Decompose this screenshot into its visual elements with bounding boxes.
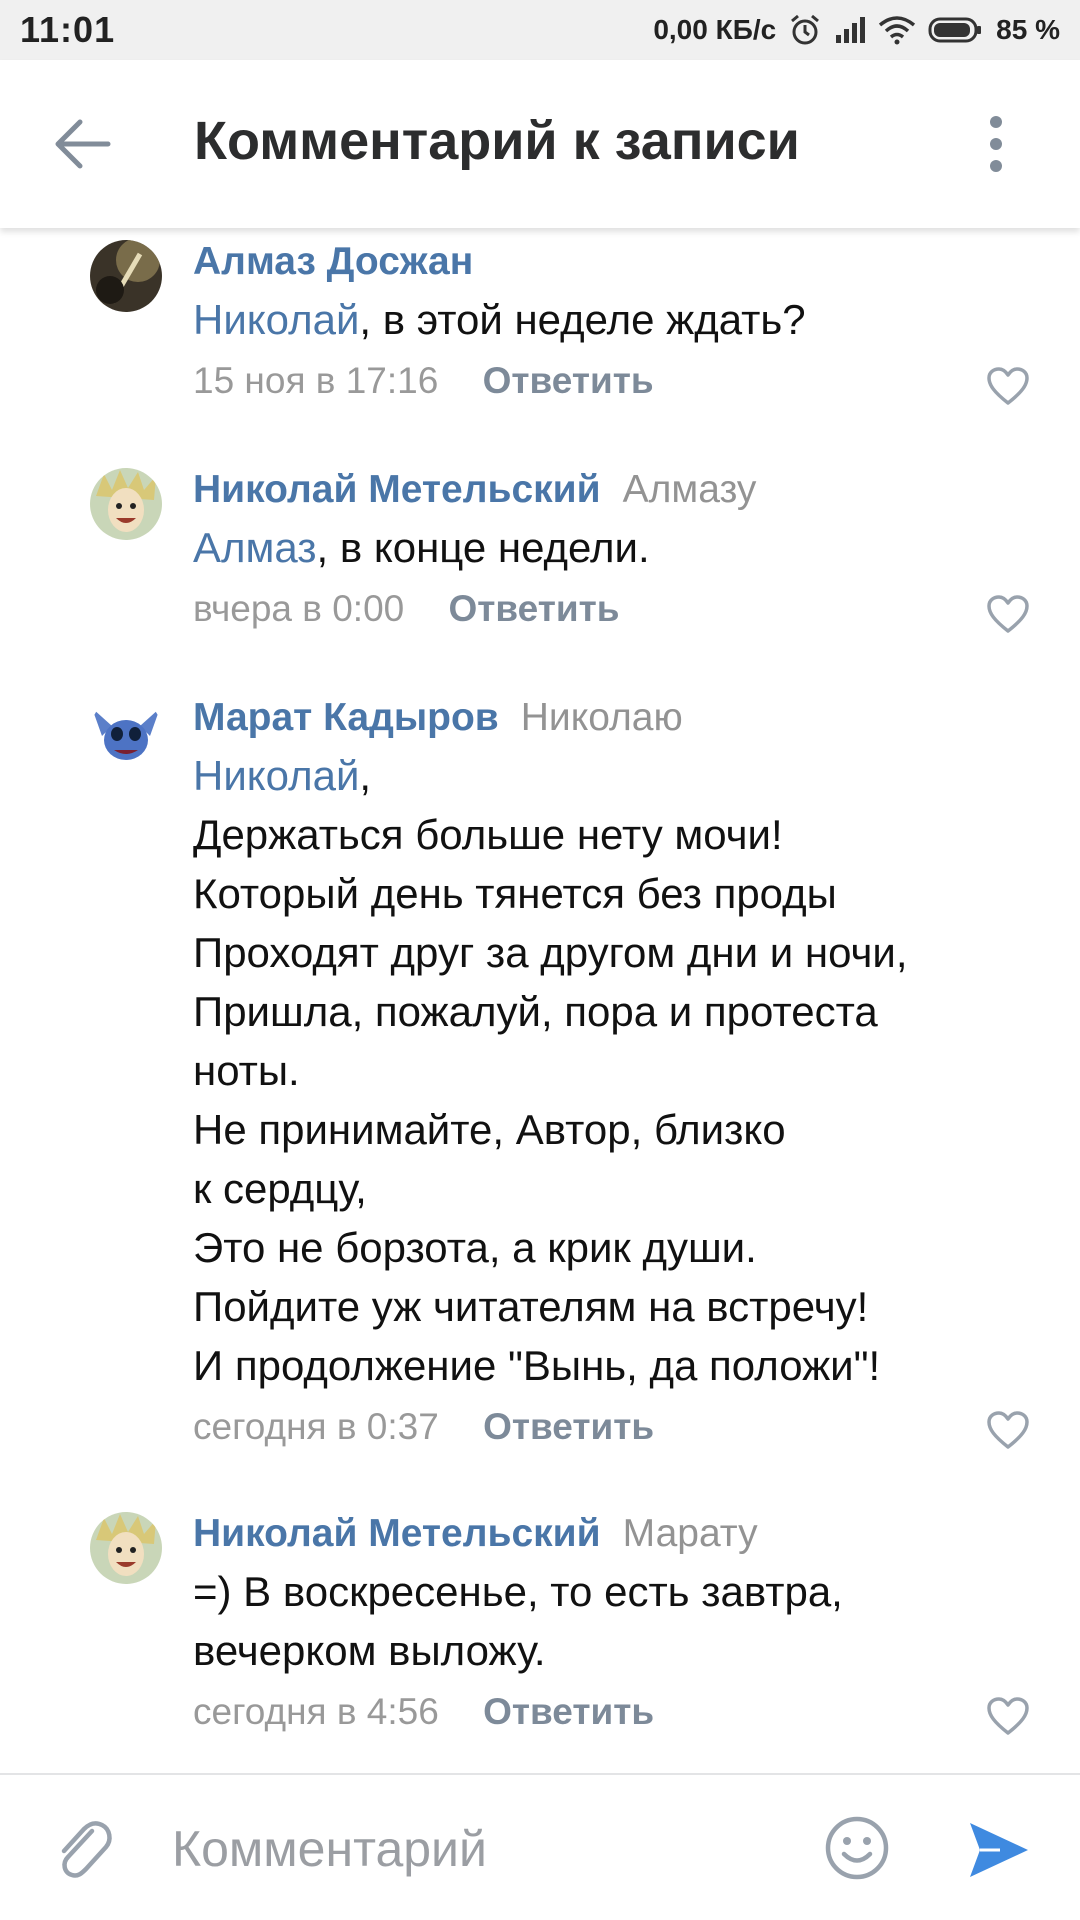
comment-line: Не принимайте, Автор, близко	[193, 1106, 786, 1153]
reply-to-label: Алмазу	[622, 468, 757, 511]
comment-text: Николай, в этой неделе ждать?	[193, 290, 1040, 349]
page-title: Комментарий к записи	[194, 111, 800, 171]
heart-icon	[987, 1411, 1029, 1449]
comment-date: сегодня в 0:37	[193, 1406, 439, 1447]
comment-line: , в конце недели.	[316, 524, 650, 571]
comment-line: вечерком выложу.	[193, 1627, 546, 1674]
comment-input[interactable]	[170, 1811, 770, 1887]
more-button[interactable]	[976, 112, 1016, 176]
comment-line: Проходят друг за другом дни и ночи,	[193, 929, 908, 976]
reply-to-label: Марату	[622, 1512, 758, 1555]
back-arrow-icon	[55, 119, 111, 169]
comment-line: Который день тянется без проды	[193, 870, 837, 917]
comment-line: к сердцу,	[193, 1165, 367, 1212]
comment-text: Николай, Держаться больше нету мочи! Кот…	[193, 746, 1040, 1395]
avatar[interactable]	[90, 1512, 162, 1584]
mention-link[interactable]: Николай	[193, 752, 359, 799]
status-bar: 11:01 0,00 КБ/с 85 %	[0, 0, 1080, 60]
more-vertical-icon	[990, 116, 1002, 172]
like-button[interactable]	[986, 366, 1030, 406]
attach-button[interactable]	[52, 1815, 116, 1885]
send-icon	[970, 1823, 1028, 1877]
net-speed: 0,00 КБ/с	[653, 14, 777, 45]
comment-line: Держаться больше нету мочи!	[193, 811, 783, 858]
comment-line: Пойдите уж читателям на встречу!	[193, 1283, 869, 1330]
comment-author[interactable]: Алмаз Досжан	[193, 240, 473, 283]
heart-icon	[987, 595, 1029, 633]
comment-line: =) В воскресенье, то есть завтра,	[193, 1568, 843, 1615]
comment-line: Это не борзота, а крик души.	[193, 1224, 757, 1271]
heart-icon	[987, 367, 1029, 405]
app-header: Комментарий к записи	[0, 60, 1080, 228]
mention-link[interactable]: Алмаз	[193, 524, 317, 571]
avatar[interactable]	[90, 468, 162, 540]
comment-line: И продолжение "Вынь, да положи"!	[193, 1342, 881, 1389]
back-button[interactable]	[52, 116, 112, 172]
comment-author[interactable]: Николай Метельский	[193, 468, 601, 511]
status-time: 11:01	[20, 9, 116, 50]
comment-text: =) В воскресенье, то есть завтра, вечерк…	[193, 1562, 1040, 1680]
paperclip-icon	[61, 1821, 112, 1878]
wifi-icon	[879, 16, 916, 45]
comment-date: вчера в 0:00	[193, 588, 405, 629]
comment-text: Алмаз, в конце недели.	[193, 518, 1040, 577]
emoji-button[interactable]	[824, 1815, 890, 1881]
like-button[interactable]	[986, 594, 1030, 634]
avatar[interactable]	[90, 696, 162, 768]
heart-icon	[987, 1697, 1029, 1735]
comments-list: Алмаз Досжан Николай, в этой неделе ждат…	[0, 228, 1080, 1773]
comment-author[interactable]: Николай Метельский	[193, 1512, 601, 1555]
comment-author[interactable]: Марат Кадыров	[193, 696, 499, 739]
alarm-icon	[791, 14, 820, 45]
avatar[interactable]	[90, 240, 162, 312]
reply-button[interactable]: Ответить	[483, 360, 654, 401]
signal-icon	[836, 17, 866, 43]
reply-button[interactable]: Ответить	[483, 1406, 654, 1447]
like-button[interactable]	[986, 1410, 1030, 1450]
reply-to-label: Николаю	[520, 696, 683, 739]
comment-input-bar	[0, 1773, 1080, 1920]
comment-date: сегодня в 4:56	[193, 1691, 439, 1732]
mention-link[interactable]: Николай	[193, 296, 359, 343]
comment-line: Николай,	[193, 752, 372, 799]
comment-date: 15 ноя в 17:16	[193, 360, 439, 401]
comment-line: , в этой неделе ждать?	[359, 296, 806, 343]
like-button[interactable]	[986, 1696, 1030, 1736]
send-button[interactable]	[966, 1817, 1032, 1883]
comment-line: Пришла, пожалуй, пора и протеста	[193, 988, 878, 1035]
reply-button[interactable]: Ответить	[449, 588, 620, 629]
reply-button[interactable]: Ответить	[483, 1691, 654, 1732]
comment-line: ноты.	[193, 1047, 300, 1094]
status-indicators: 0,00 КБ/с 85 %	[653, 13, 1060, 47]
battery-level: 85 %	[996, 14, 1060, 45]
smile-icon	[825, 1816, 889, 1880]
battery-icon	[928, 17, 982, 43]
